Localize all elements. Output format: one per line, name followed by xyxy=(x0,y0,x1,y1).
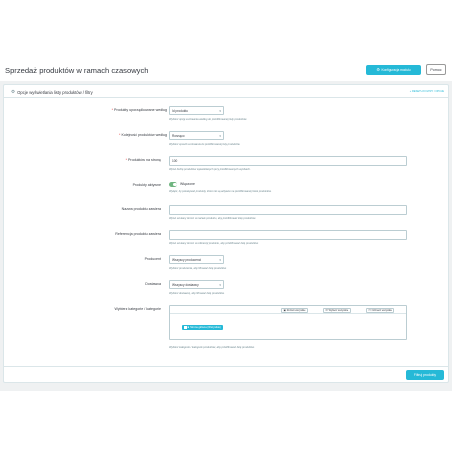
group-by-select[interactable]: Id produktu ▾ xyxy=(169,106,224,115)
module-config-label: Konfiguracja modułu xyxy=(381,68,411,72)
group-by-value: Id produktu xyxy=(172,108,188,113)
wrench-icon: ⚙ xyxy=(376,67,381,72)
name-filter-input[interactable] xyxy=(169,205,407,215)
supplier-select[interactable]: Wszyscy dostawcy ▾ xyxy=(169,280,224,289)
reference-filter-help: Wpisz szukany termin w referencji produk… xyxy=(169,242,259,245)
order-help: Wybierz sposób sortowania do przefiltrow… xyxy=(169,143,241,146)
per-page-label-text: Produktów na stronę xyxy=(128,158,161,162)
order-label-text: Kolejność produktów według xyxy=(121,133,167,137)
reference-filter-label: Referencja produktu zawiera xyxy=(115,232,161,236)
active-toggle[interactable] xyxy=(169,182,177,187)
module-config-button[interactable]: ⚙ Konfiguracja modułu xyxy=(366,65,421,75)
manufacturer-select[interactable]: Wszyscy producenci ▾ xyxy=(169,255,224,264)
active-toggle-label: Włączone xyxy=(180,182,195,186)
category-checkbox[interactable] xyxy=(184,326,187,329)
categories-help: Wybierz kategorie / kategorie produktów,… xyxy=(169,346,255,349)
select-all-label: Wybierz wszystkie xyxy=(328,308,349,312)
panel-footer-divider xyxy=(4,366,448,367)
supplier-help: Wybierz dostawcę, aby filtrować listę pr… xyxy=(169,292,225,295)
select-all-button[interactable]: ☑ Wybierz wszystkie xyxy=(323,307,351,313)
unselect-all-label: Odznacz wszystkie xyxy=(371,308,392,312)
chevron-down-icon: ▾ xyxy=(219,282,221,287)
order-label: *Kolejność produktów według xyxy=(119,133,167,137)
page-title: Sprzedaż produktów w ramach czasowych xyxy=(5,66,149,75)
help-button[interactable]: Pomoc xyxy=(426,64,446,75)
folder-icon: ■ xyxy=(187,326,190,329)
supplier-value: Wszyscy dostawcy xyxy=(172,282,199,287)
name-filter-help: Wpisz szukany termin w nazwie produktu, … xyxy=(169,217,256,220)
app-window: Sprzedaż produktów w ramach czasowych ⚙ … xyxy=(0,0,452,452)
reference-filter-input[interactable] xyxy=(169,230,407,240)
manufacturer-help: Wybierz producenta, aby filtrować listę … xyxy=(169,267,227,270)
category-tree: ▣ Rozwiń wszystkie ☑ Wybierz wszystkie ☐… xyxy=(169,305,407,340)
group-by-help: Wybierz opcję sortowania według do przef… xyxy=(169,118,247,121)
name-filter-label: Nazwa produktu zawiera xyxy=(121,207,161,211)
required-marker: * xyxy=(125,158,128,162)
per-page-input[interactable]: 100 xyxy=(169,156,407,166)
per-page-help: Wpisz liczbę produktów wyświetlanych prz… xyxy=(169,168,251,171)
panel-heading: ⚙ Opcje wyświetlania listy produktów / f… xyxy=(4,85,448,98)
categories-label: Wybierz kategorie / kategorie xyxy=(114,307,161,311)
group-by-label: *Produkty uporządkowane według xyxy=(112,108,167,112)
category-root-label: Strona główna (Wszystkie) xyxy=(190,326,221,329)
toggle-knob xyxy=(173,182,177,186)
per-page-label: *Produktów na stronę xyxy=(126,158,161,162)
reset-filters-link[interactable]: + RESETUJ FILTRY / OPCJE xyxy=(410,90,444,93)
order-select[interactable]: Rosnąco ▾ xyxy=(169,131,224,140)
category-tree-toolbar: ▣ Rozwiń wszystkie ☑ Wybierz wszystkie ☐… xyxy=(170,306,406,314)
expand-all-label: Rozwiń wszystkie xyxy=(286,308,306,312)
required-marker: * xyxy=(111,108,114,112)
chevron-down-icon: ▾ xyxy=(219,108,221,113)
category-root-node[interactable]: ■ Strona główna (Wszystkie) xyxy=(182,325,223,330)
group-by-label-text: Produkty uporządkowane według xyxy=(114,108,167,112)
chevron-down-icon: ▾ xyxy=(219,257,221,262)
chevron-down-icon: ▾ xyxy=(219,133,221,138)
manufacturer-value: Wszyscy producenci xyxy=(172,257,202,262)
manufacturer-label: Producent xyxy=(144,257,161,261)
active-label: Produkty aktywne xyxy=(132,183,161,187)
order-value: Rosnąco xyxy=(172,133,185,138)
panel-title-text: Opcje wyświetlania listy produktów / fil… xyxy=(17,89,93,95)
square-icon: ☐ xyxy=(368,308,371,312)
settings-icon: ⚙ xyxy=(11,89,16,94)
unselect-all-button[interactable]: ☐ Odznacz wszystkie xyxy=(366,307,395,313)
folder-open-icon: ▣ xyxy=(283,308,286,312)
active-help: Wyłącz, by pokazywać produkty, które nie… xyxy=(169,190,272,193)
check-square-icon: ☑ xyxy=(325,308,328,312)
filter-products-button[interactable]: Filtruj produkty xyxy=(406,370,444,380)
supplier-label: Dostawca xyxy=(145,282,161,286)
expand-all-button[interactable]: ▣ Rozwiń wszystkie xyxy=(281,307,308,313)
panel-title: ⚙ Opcje wyświetlania listy produktów / f… xyxy=(11,89,93,95)
